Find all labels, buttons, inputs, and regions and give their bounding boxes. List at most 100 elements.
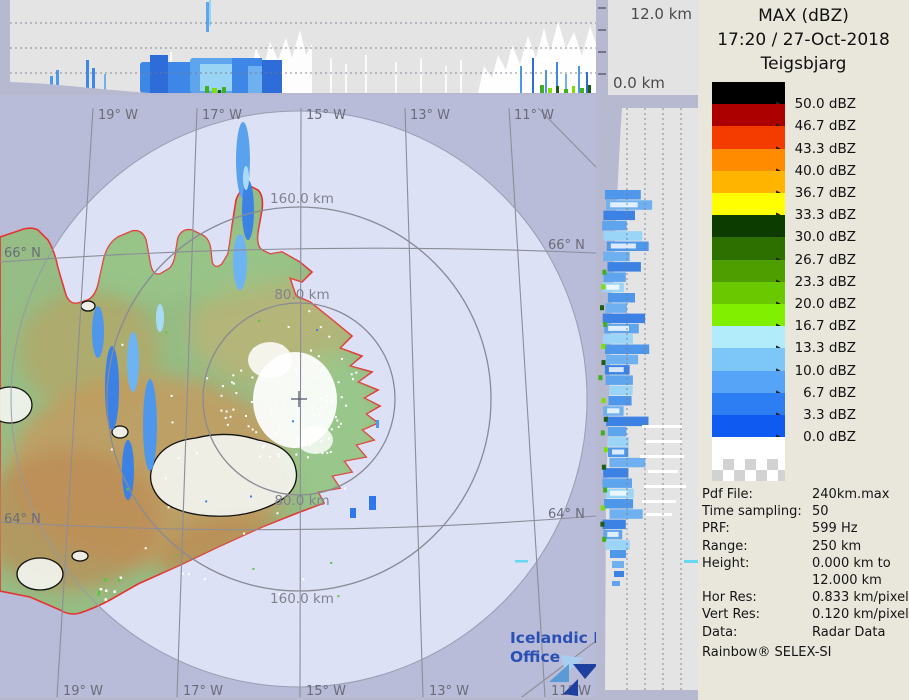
- scale-label: ▸46.7 dBZ: [776, 118, 856, 135]
- scale-label-text: 30.0 dBZ: [794, 229, 856, 246]
- scale-label-text: 10.0 dBZ: [794, 362, 856, 379]
- meridian-label-top: 17° W: [202, 108, 242, 123]
- scale-band-below-zero: [712, 437, 785, 460]
- height-axis-corner-box: 12.0 km 0.0 km: [608, 0, 698, 95]
- scale-band: [712, 415, 785, 438]
- scale-band: [712, 370, 785, 394]
- metadata-row: 12.000 km: [698, 573, 909, 590]
- meridian-label-bottom: 19° W: [63, 684, 103, 699]
- scale-band: [712, 126, 785, 150]
- scale-label-text: 50.0 dBZ: [794, 96, 856, 113]
- scale-band: [712, 215, 785, 238]
- scale-label-text: 33.3 dBZ: [794, 207, 856, 224]
- ring-label-80-top: 80.0 km: [274, 287, 329, 303]
- metadata-value: 0.120 km/pixel: [812, 607, 909, 623]
- top-profile-left-margin: [0, 0, 10, 95]
- scale-band: [712, 148, 785, 172]
- scale-label: ▸20.0 dBZ: [776, 296, 856, 312]
- scale-label-text: 36.7 dBZ: [794, 185, 856, 201]
- transparency-checkerboard: [712, 459, 785, 481]
- ring-label-160-bottom: 160.0 km: [270, 591, 334, 607]
- right-profile-canvas: [596, 95, 698, 700]
- scale-label: ▸0.0 dBZ: [776, 429, 856, 446]
- scale-label: ▸36.7 dBZ: [776, 185, 856, 201]
- color-scale: ▸50.0 dBZ ▸46.7 dBZ ▸43.3 dBZ ▸40.0 dBZ ▸36.…: [698, 0, 909, 500]
- attribution-line2: Office: [510, 648, 560, 666]
- scale-label-text: 3.3 dBZ: [803, 407, 856, 423]
- scale-label: ▸10.0 dBZ: [776, 362, 856, 379]
- metadata-value: 250 km: [812, 538, 862, 554]
- metadata-row: Vert Res: 0.120 km/pixel: [698, 607, 909, 624]
- height-axis-max-label: 12.0 km: [630, 5, 692, 23]
- scale-label-text: 26.7 dBZ: [794, 251, 856, 268]
- scale-label: ▸3.3 dBZ: [776, 407, 856, 423]
- metadata-row: Range: 250 km: [698, 539, 909, 556]
- parallel-label-left: 64° N: [4, 512, 41, 527]
- parallel-label-left: 66° N: [4, 246, 41, 261]
- scale-label: ▸40.0 dBZ: [776, 162, 856, 179]
- radar-map-panel[interactable]: 19° W 17° W 15° W 13° W 11° W 19° W 17° …: [0, 95, 596, 700]
- meridian-label-top: 15° W: [306, 108, 346, 123]
- scale-label: ▸6.7 dBZ: [776, 384, 856, 401]
- ring-label-80-bottom: 80.0 km: [274, 493, 329, 509]
- scale-label: ▸43.3 dBZ: [776, 140, 856, 157]
- metadata-value: 0.000 km to: [812, 555, 891, 571]
- meridian-label-top: 19° W: [98, 108, 138, 123]
- metadata-label: Data:: [702, 624, 738, 640]
- metadata-row: Pdf File: 240km.max: [698, 487, 909, 504]
- metadata-value: 0.833 km/pixel: [812, 590, 909, 606]
- metadata-label: Pdf File:: [702, 487, 753, 502]
- scale-label: ▸26.7 dBZ: [776, 251, 856, 268]
- right-height-profile-panel[interactable]: [596, 95, 698, 700]
- metadata-row: Time sampling: 50: [698, 504, 909, 521]
- parallel-label-right: 64° N: [548, 507, 585, 522]
- scale-label-text: 23.3 dBZ: [794, 273, 856, 290]
- metadata-label: Time sampling:: [702, 504, 802, 520]
- metadata-row: Height: 0.000 km to: [698, 556, 909, 573]
- brand-label: Rainbow® SELEX-SI: [702, 645, 832, 660]
- scale-band: [712, 304, 785, 327]
- metadata-value: Radar Data: [812, 624, 886, 640]
- scale-label: ▸13.3 dBZ: [776, 340, 856, 357]
- meridian-label-bottom: 15° W: [306, 684, 346, 699]
- scale-label-text: 43.3 dBZ: [794, 140, 856, 157]
- meridian-label-bottom: 13° W: [429, 684, 469, 699]
- attribution-line1: Icelandic Met: [510, 629, 596, 647]
- metadata-label: Range:: [702, 538, 748, 554]
- scale-band: [712, 193, 785, 216]
- scale-band: [712, 259, 785, 283]
- scale-band: [712, 326, 785, 349]
- scale-band: [712, 170, 785, 194]
- legend-panel: MAX (dBZ) 17:20 / 27-Oct-2018 Teigsbjarg…: [698, 0, 909, 700]
- metadata-value: 50: [812, 504, 829, 520]
- meridian-label-top: 13° W: [410, 108, 450, 123]
- scale-label-text: 0.0 dBZ: [803, 429, 856, 446]
- radar-application-window: 12.0 km 0.0 km 19° W 17° W 15° W 13° W 1…: [0, 0, 909, 700]
- cyan-echo-dash-right: [684, 560, 698, 563]
- top-height-profile-panel[interactable]: [0, 0, 596, 95]
- height-axis-min-label: 0.0 km: [613, 74, 665, 92]
- ring-label-160-top: 160.0 km: [270, 191, 334, 207]
- scale-band: [712, 348, 785, 372]
- scale-label-text: 46.7 dBZ: [794, 118, 856, 135]
- scale-label: ▸33.3 dBZ: [776, 207, 856, 224]
- parallel-label-right: 66° N: [548, 238, 585, 253]
- cyan-echo-dash: [515, 560, 528, 563]
- metadata-label: PRF:: [702, 521, 730, 537]
- metadata-row: Data: Radar Data: [698, 625, 909, 642]
- scale-label-text: 13.3 dBZ: [794, 340, 856, 357]
- metadata-label: Hor Res:: [702, 590, 757, 606]
- metadata-value: 240km.max: [812, 487, 890, 502]
- scale-band: [712, 82, 785, 105]
- scale-label-text: 6.7 dBZ: [803, 384, 856, 401]
- scale-label-text: 40.0 dBZ: [794, 162, 856, 179]
- scale-label-text: 16.7 dBZ: [794, 318, 856, 335]
- scale-band: [712, 392, 785, 416]
- scale-label: ▸30.0 dBZ: [776, 229, 856, 246]
- scale-band: [712, 281, 785, 305]
- radar-map-canvas: 19° W 17° W 15° W 13° W 11° W 19° W 17° …: [0, 95, 596, 700]
- scale-label: ▸50.0 dBZ: [776, 96, 856, 113]
- scale-label-text: 20.0 dBZ: [794, 296, 856, 312]
- metadata-row: PRF: 599 Hz: [698, 521, 909, 538]
- top-profile-canvas: [0, 0, 596, 95]
